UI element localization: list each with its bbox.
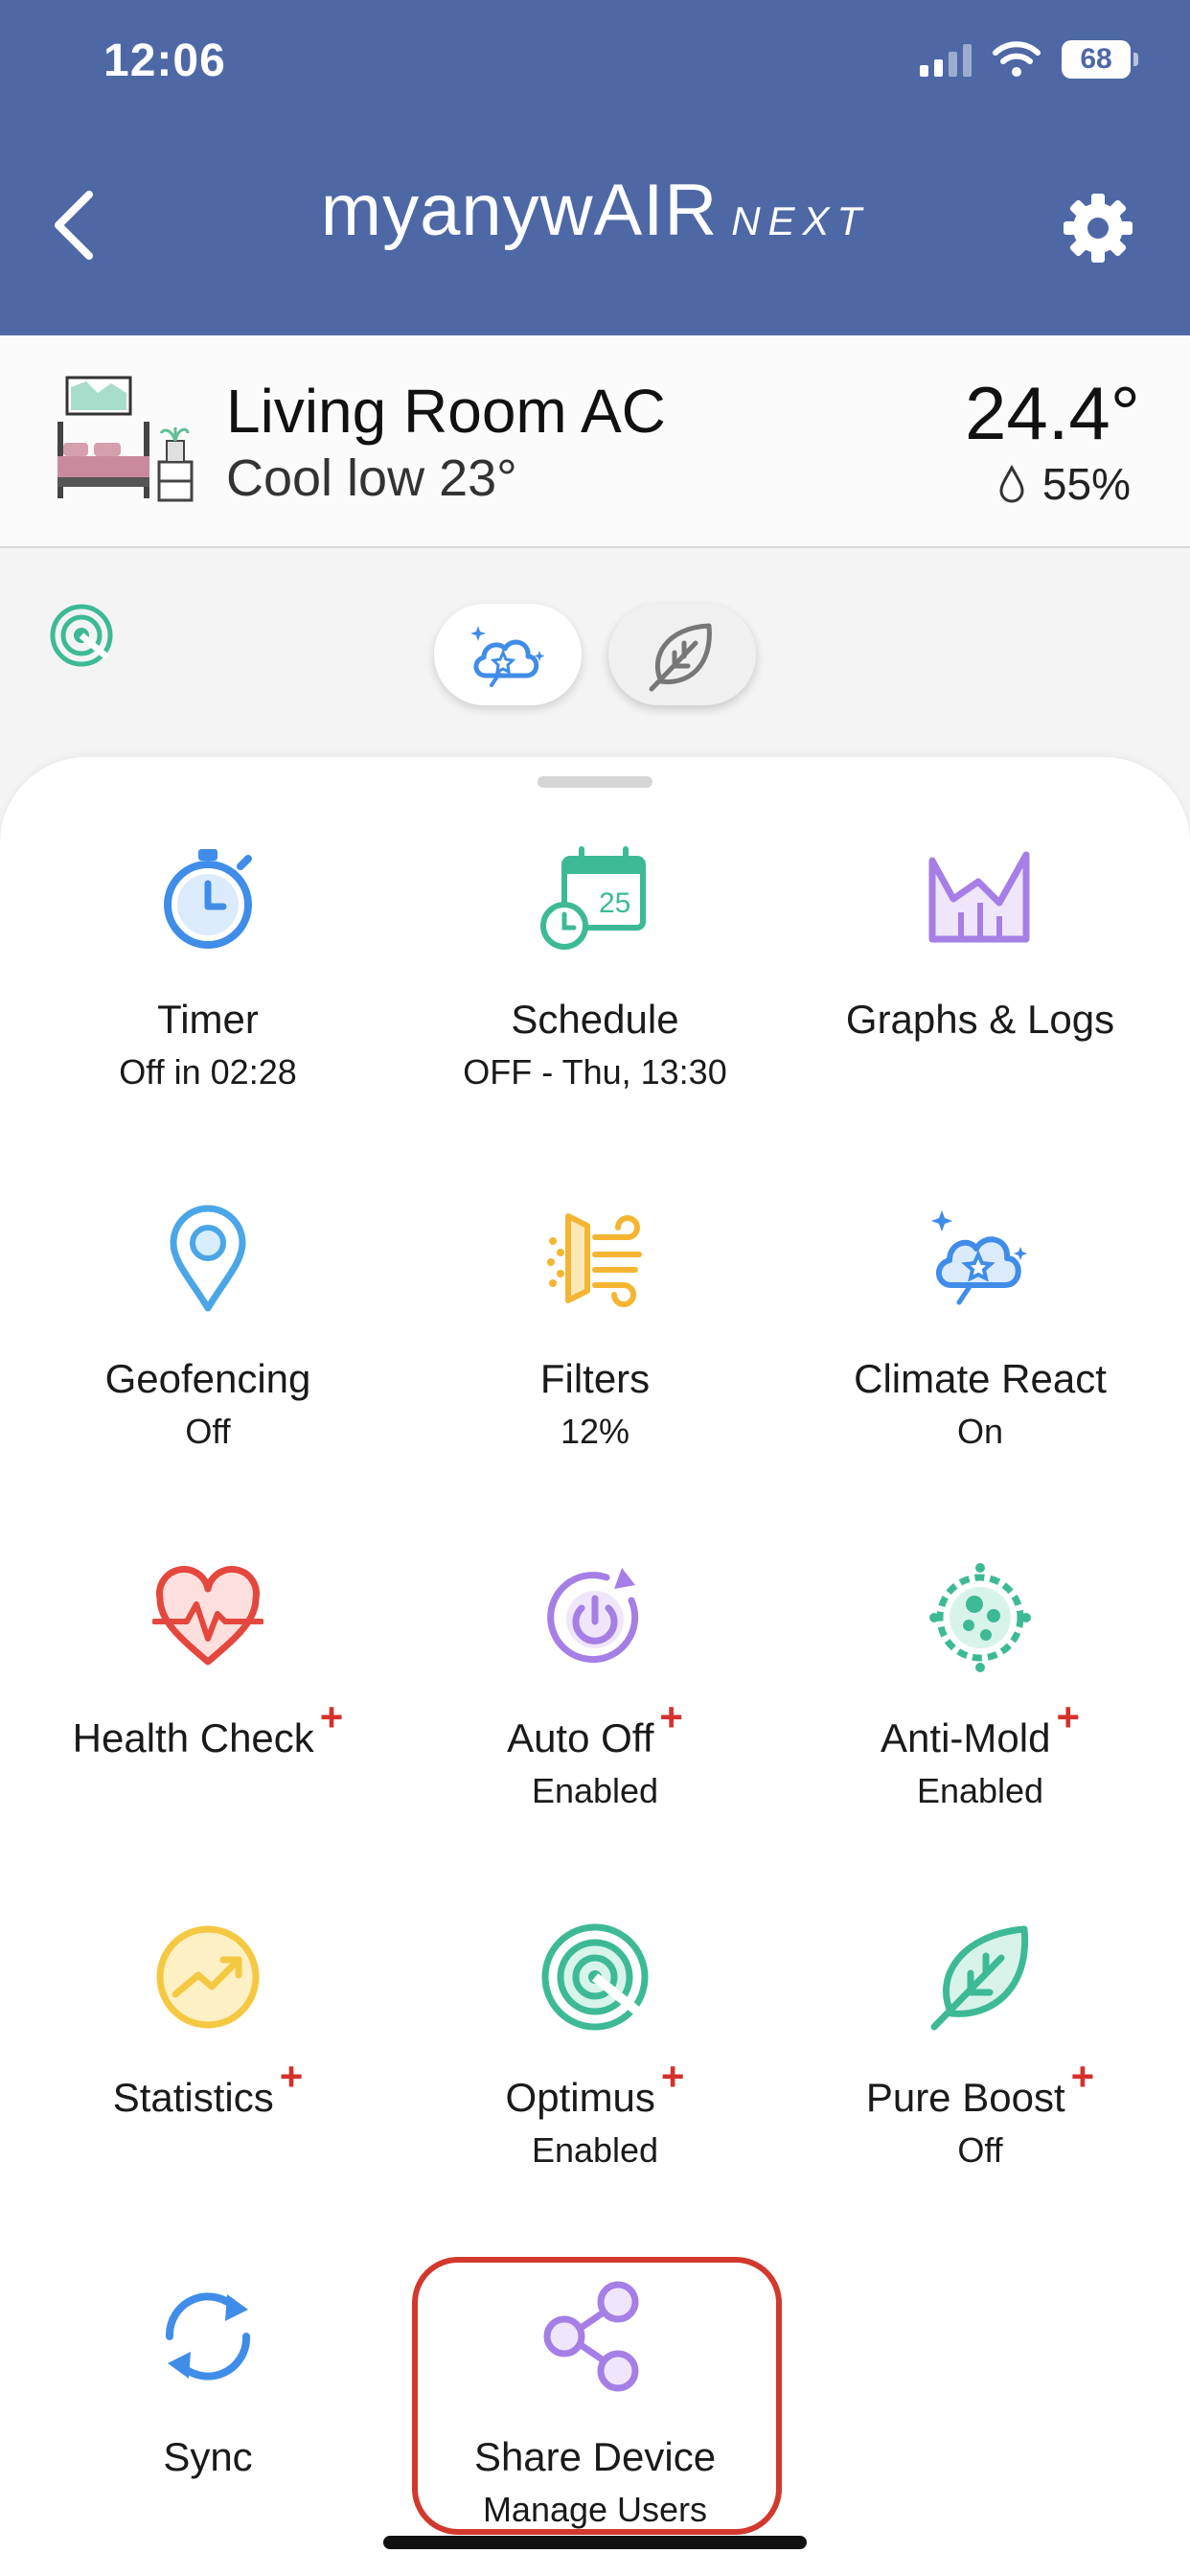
mold-icon <box>929 1563 1031 1672</box>
tile-title: Climate React <box>854 1356 1107 1401</box>
tile-title: Statistics + <box>35 2054 380 2121</box>
humidity-reading: 55% <box>998 458 1131 510</box>
device-mode: Cool low 23° <box>226 449 517 507</box>
cellular-signal-icon <box>920 42 972 77</box>
tile-title: Optimus + <box>423 2054 767 2121</box>
tile-timer[interactable]: Timer Off in 02:28 <box>35 843 380 1131</box>
tile-statistics[interactable]: Statistics + <box>35 1921 380 2209</box>
tile-title-text: Anti-Mold <box>881 1715 1051 1760</box>
climate-react-quick-button[interactable] <box>434 604 582 705</box>
optimus-status-icon[interactable] <box>48 602 115 669</box>
tile-title: Pure Boost + <box>808 2054 1153 2121</box>
room-temperature: 24.4° <box>964 371 1140 455</box>
premium-plus-badge: + <box>1056 1694 1080 1739</box>
tile-subtitle: 12% <box>560 1412 630 1451</box>
device-name: Living Room AC <box>226 377 666 446</box>
optimus-icon <box>541 1923 649 2031</box>
sheet-drag-handle[interactable] <box>538 776 652 788</box>
tile-optimus[interactable]: Optimus + Enabled <box>423 1921 767 2209</box>
brand-logo: myanywAIR NEXT <box>0 169 1190 252</box>
tile-title: Health Check + <box>35 1694 380 1761</box>
tile-subtitle: Enabled <box>531 2130 659 2170</box>
graph-icon <box>928 851 1030 943</box>
battery-indicator: 68 <box>1062 40 1138 79</box>
tile-health-check[interactable]: Health Check + <box>35 1562 380 1850</box>
filter-icon <box>547 1213 642 1307</box>
tile-subtitle: Enabled <box>531 1771 659 1810</box>
premium-plus-badge: + <box>1070 2054 1095 2099</box>
tile-title: Filters <box>539 1356 651 1401</box>
tile-geofencing[interactable]: Geofencing Off <box>35 1203 380 1490</box>
app-header: 12:06 68 myanywAIR NEXT <box>0 0 1190 335</box>
tile-graphs-logs[interactable]: Graphs & Logs <box>808 843 1153 1131</box>
tile-pure-boost[interactable]: Pure Boost + Off <box>808 1921 1153 2209</box>
location-pin-icon <box>170 1205 246 1312</box>
tile-auto-off[interactable]: Auto Off + Enabled <box>423 1562 767 1850</box>
tile-title-text: Pure Boost <box>865 2075 1065 2120</box>
sync-icon <box>165 2292 251 2380</box>
tile-title: Graphs & Logs <box>845 997 1115 1042</box>
tile-title: Sync <box>163 2434 253 2479</box>
calendar-icon: 25 <box>540 846 646 950</box>
tile-subtitle: Enabled <box>916 1771 1044 1810</box>
leaf-icon <box>930 1925 1029 2031</box>
wifi-icon <box>993 41 1041 77</box>
tile-title-text: Health Check <box>72 1715 314 1760</box>
climate-react-icon <box>931 1210 1027 1305</box>
home-indicator[interactable] <box>383 2536 807 2549</box>
droplet-icon <box>999 465 1024 503</box>
tile-title: Auto Off + <box>423 1694 767 1761</box>
tile-climate-react[interactable]: Climate React On <box>808 1203 1153 1490</box>
leaf-icon <box>649 623 712 692</box>
device-summary[interactable]: Living Room AC Cool low 23° 24.4° 55% <box>0 335 1190 548</box>
premium-plus-badge: + <box>660 2054 685 2099</box>
tile-title-text: Auto Off <box>507 1715 654 1760</box>
premium-plus-badge: + <box>319 1694 344 1739</box>
power-icon <box>547 1568 639 1664</box>
tile-subtitle: Off <box>957 2130 1003 2170</box>
tile-title: Timer <box>157 997 259 1042</box>
brand-name: myanywAIR <box>320 170 719 251</box>
pure-boost-quick-button[interactable] <box>608 604 756 705</box>
premium-plus-badge: + <box>659 1694 683 1739</box>
premium-plus-badge: + <box>279 2054 304 2099</box>
climate-react-icon <box>470 626 545 687</box>
status-icons: 68 <box>920 40 1138 79</box>
tile-title: Anti-Mold + <box>808 1694 1153 1761</box>
share-device-highlight <box>412 2257 782 2535</box>
humidity-value: 55% <box>1041 459 1131 509</box>
heart-pulse-icon <box>152 1566 263 1666</box>
tile-subtitle: OFF - Thu, 13:30 <box>463 1052 727 1092</box>
tile-title: Geofencing <box>104 1356 311 1401</box>
status-time: 12:06 <box>103 35 226 86</box>
tile-subtitle: On <box>956 1412 1004 1451</box>
tile-title-text: Optimus <box>505 2075 655 2120</box>
brand-suffix: NEXT <box>731 198 870 243</box>
tile-title-text: Statistics <box>112 2075 274 2120</box>
timer-icon <box>164 849 252 949</box>
tile-subtitle: Off <box>185 1412 231 1451</box>
trend-icon <box>156 1925 260 2029</box>
tile-filters[interactable]: Filters 12% <box>423 1203 767 1490</box>
svg-text:25: 25 <box>599 887 630 919</box>
tile-anti-mold[interactable]: Anti-Mold + Enabled <box>808 1562 1153 1850</box>
tile-schedule[interactable]: 25 Schedule OFF - Thu, 13:30 <box>423 843 767 1131</box>
tile-sync[interactable]: Sync <box>35 2281 380 2568</box>
gear-icon <box>1064 194 1133 263</box>
bedroom-illustration-icon <box>57 376 194 502</box>
tile-title: Schedule <box>511 997 679 1042</box>
settings-button[interactable] <box>1062 192 1134 264</box>
tile-subtitle: Off in 02:28 <box>119 1052 297 1092</box>
